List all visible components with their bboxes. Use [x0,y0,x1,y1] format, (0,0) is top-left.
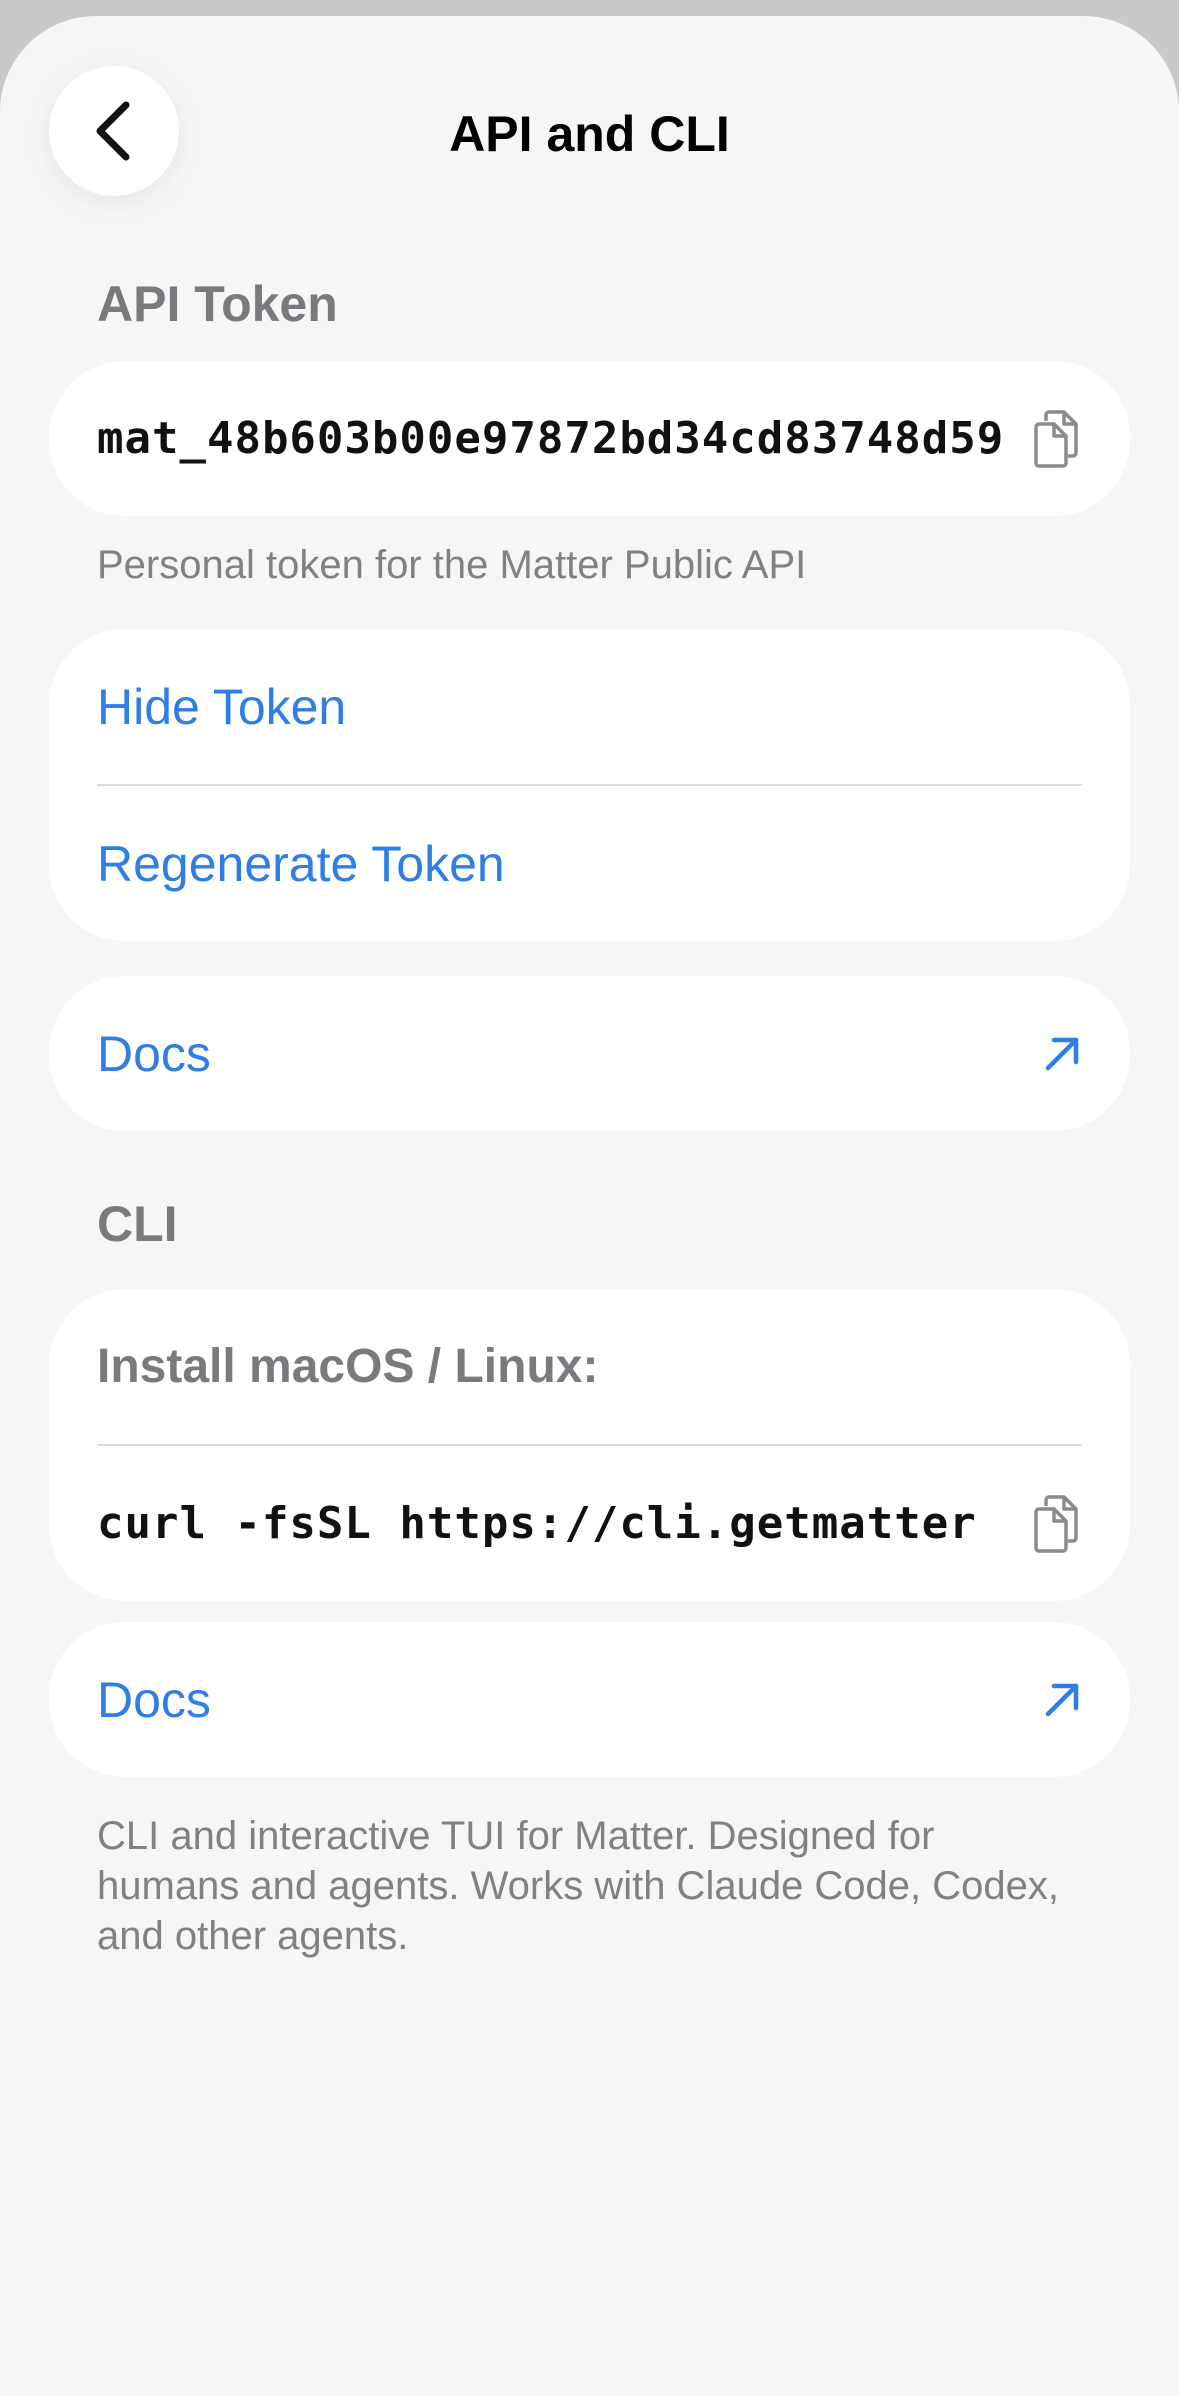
install-command[interactable]: curl -fsSL https://cli.getmatter [97,1498,997,1549]
arrow-up-right-icon [1042,1680,1082,1720]
api-token-caption: Personal token for the Matter Public API [97,543,807,587]
cli-docs-link[interactable]: Docs [97,1670,211,1730]
cli-caption: CLI and interactive TUI for Matter. Desi… [97,1814,1060,1958]
arrow-up-right-icon [1042,1034,1082,1074]
api-docs-card[interactable]: Docs [49,976,1130,1131]
cli-heading: CLI [97,1196,178,1252]
copy-icon[interactable] [1030,1494,1082,1554]
install-label: Install macOS / Linux: [97,1339,599,1393]
api-docs-link[interactable]: Docs [97,1024,211,1084]
cli-install-card: Install macOS / Linux: curl -fsSL https:… [49,1289,1130,1601]
api-token-heading: API Token [97,276,338,332]
cli-docs-card[interactable]: Docs [49,1622,1130,1777]
settings-sheet: API and CLI API Token mat_48b603b00e9787… [0,16,1179,2396]
regenerate-token-button[interactable]: Regenerate Token [97,834,505,894]
hide-token-button[interactable]: Hide Token [97,677,346,737]
token-actions-card: Hide Token Regenerate Token [49,629,1130,941]
page-title: API and CLI [449,106,730,162]
api-token-card: mat_48b603b00e97872bd34cd83748d59 [49,361,1130,516]
copy-icon[interactable] [1030,409,1082,469]
api-token-value[interactable]: mat_48b603b00e97872bd34cd83748d59 [97,413,1002,464]
